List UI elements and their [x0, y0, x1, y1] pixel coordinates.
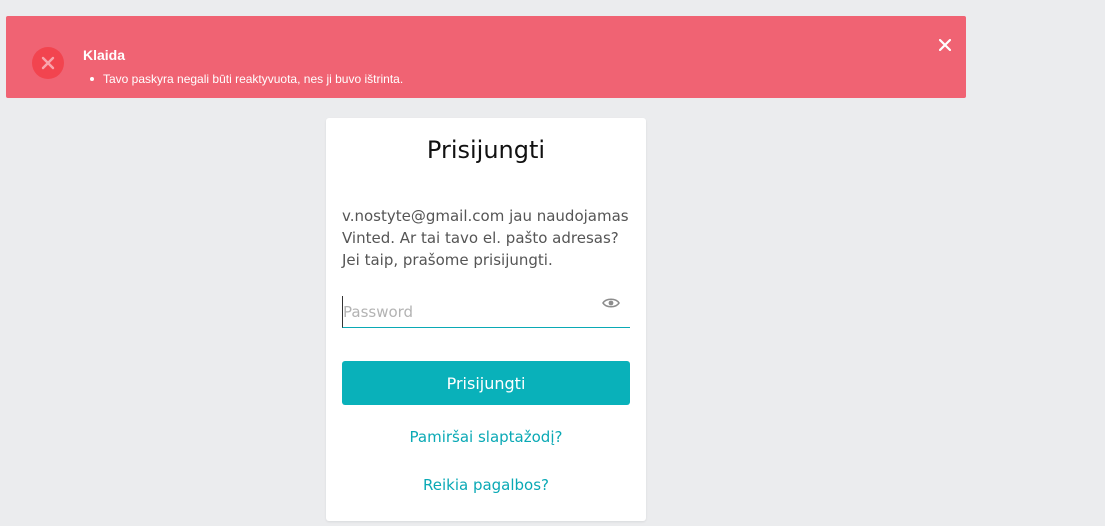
close-icon[interactable] [932, 32, 958, 58]
login-card: Prisijungti v.nostyte@gmail.com jau naud… [326, 118, 646, 521]
error-x-icon [32, 47, 64, 79]
error-alert: Klaida Tavo paskyra negali būti reaktyvu… [6, 16, 966, 98]
alert-message: Tavo paskyra negali būti reaktyvuota, ne… [83, 71, 403, 87]
forgot-password-link[interactable]: Pamiršai slaptažodį? [326, 428, 646, 446]
page-title: Prisijungti [426, 136, 546, 164]
alert-title: Klaida [83, 47, 126, 63]
account-exists-message: v.nostyte@gmail.com jau naudojamas Vinte… [342, 207, 629, 269]
alert-message-list: Tavo paskyra negali būti reaktyvuota, ne… [83, 71, 403, 87]
eye-icon[interactable] [602, 296, 620, 310]
password-input[interactable] [342, 296, 630, 328]
login-button[interactable]: Prisijungti [342, 361, 630, 405]
help-link[interactable]: Reikia pagalbos? [326, 476, 646, 494]
